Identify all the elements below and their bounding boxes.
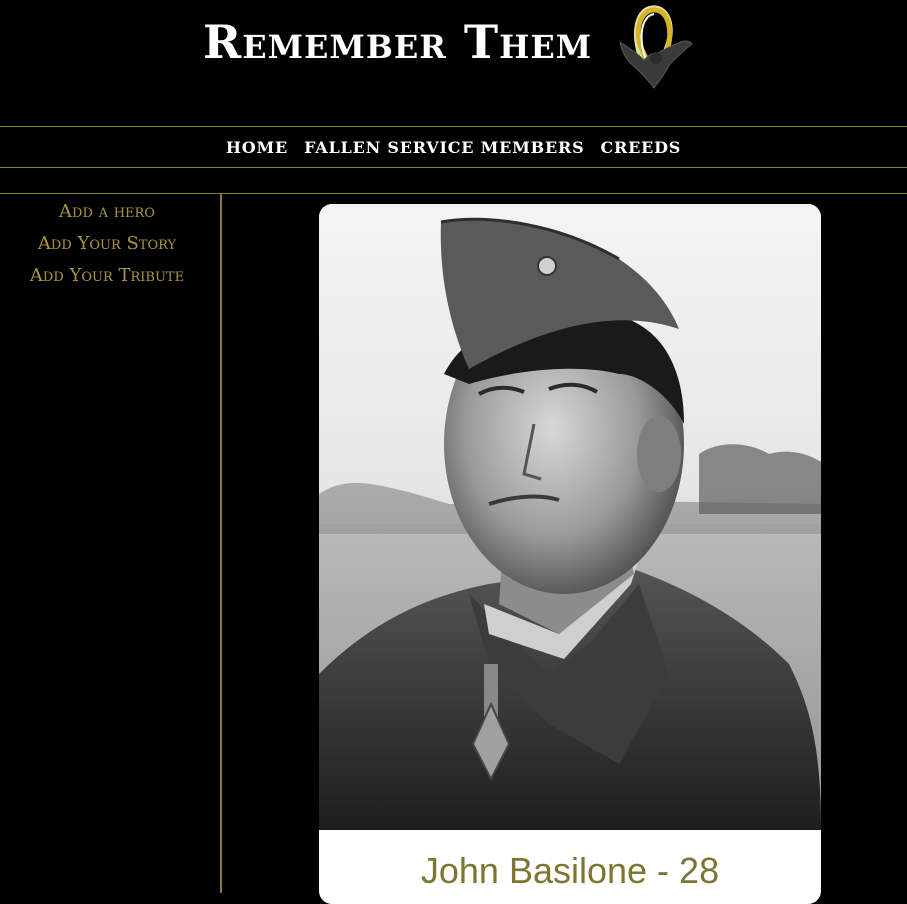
- hero-name[interactable]: John Basilone - 28: [319, 850, 821, 892]
- nav-fallen-service-members[interactable]: FALLEN SERVICE MEMBERS: [304, 138, 584, 157]
- nav-home[interactable]: HOME: [226, 138, 288, 157]
- sidebar-item-add-your-tribute[interactable]: Add Your Tribute: [30, 260, 184, 292]
- nav-creeds[interactable]: CREEDS: [600, 138, 681, 157]
- sidebar-item-add-your-story[interactable]: Add Your Story: [38, 228, 176, 260]
- site-header: Remember Them: [0, 0, 907, 126]
- sidebar-divider: [220, 193, 222, 893]
- hero-card[interactable]: John Basilone - 28: [319, 204, 821, 904]
- content-top-divider: [0, 193, 907, 194]
- sidebar: Add a hero Add Your Story Add Your Tribu…: [0, 196, 214, 292]
- main-nav: HOME FALLEN SERVICE MEMBERS CREEDS: [0, 127, 907, 167]
- sidebar-item-add-a-hero[interactable]: Add a hero: [59, 196, 155, 228]
- site-title[interactable]: Remember Them: [203, 14, 592, 70]
- ribbon-eagle-icon[interactable]: [614, 2, 694, 94]
- nav-bottom-divider: [0, 167, 907, 168]
- hero-portrait-photo[interactable]: [319, 204, 821, 830]
